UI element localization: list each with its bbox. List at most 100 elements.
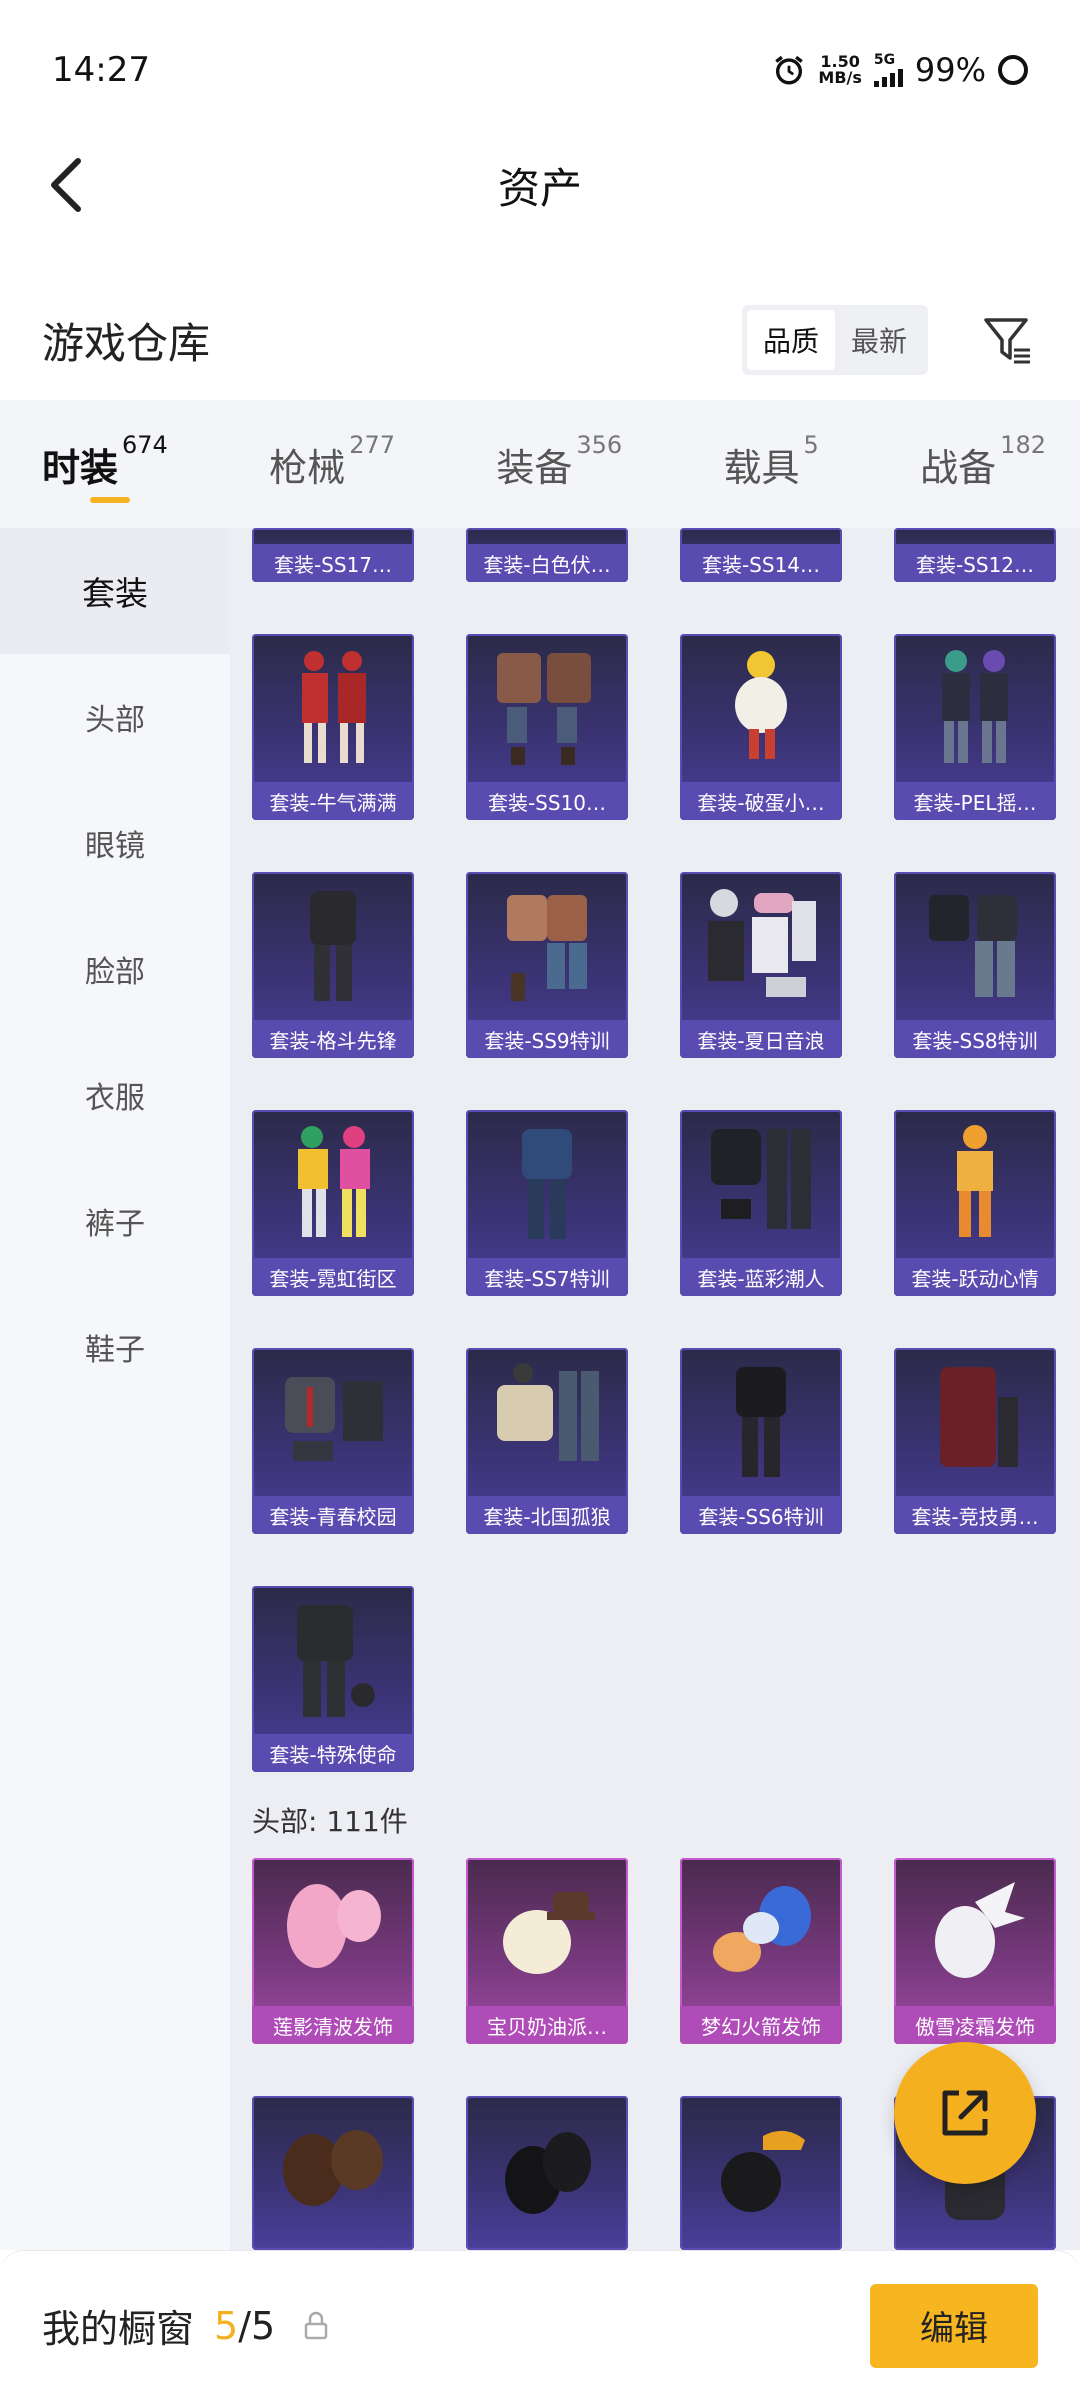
showcase-label: 我的橱窗 (42, 2307, 195, 2351)
item-label: 套装-SS7特训 (466, 1258, 628, 1296)
signal-icon (873, 67, 903, 87)
filter-button[interactable] (978, 310, 1038, 370)
suit-row: 套装-格斗先锋 套装-SS9特训 套装-夏日音浪 套装-SS8特训 (230, 872, 1080, 1062)
app-header: 资产 (0, 140, 1080, 230)
tab-equipment[interactable]: 装备 356 (496, 431, 622, 492)
outfit-image (894, 1348, 1056, 1496)
item-label: 套装-竞技勇… (894, 1496, 1056, 1534)
item-label: 宝贝奶油派… (466, 2006, 628, 2044)
item-label: 套装-SS9特训 (466, 1020, 628, 1058)
status-icons: 1.50 MB/s 5G 99% (772, 51, 1028, 89)
item-card[interactable]: 套装-PEL摇… (894, 634, 1056, 820)
item-label: 套装-格斗先锋 (252, 1020, 414, 1058)
tab-count: 182 (1000, 430, 1046, 459)
battery-icon (998, 55, 1028, 85)
hair-image (252, 1858, 414, 2006)
back-button[interactable] (36, 150, 96, 220)
item-card[interactable]: 莲影清波发饰 (252, 1858, 414, 2044)
active-tab-indicator (90, 496, 130, 503)
share-fab-button[interactable] (894, 2042, 1036, 2184)
tab-label: 时装 (42, 445, 119, 490)
item-card[interactable]: 套装-SS8特训 (894, 872, 1056, 1058)
item-card[interactable] (680, 2096, 842, 2250)
item-label: 套装-白色伏… (466, 544, 628, 582)
hair-image (680, 2096, 842, 2244)
sidebar-item-glasses[interactable]: 眼镜 (0, 780, 230, 906)
sidebar-item-pants[interactable]: 裤子 (0, 1158, 230, 1284)
showcase-current: 5 (214, 2303, 239, 2348)
item-card[interactable]: 傲雪凌霜发饰 (894, 1858, 1056, 2044)
item-card[interactable]: 套装-跃动心情 (894, 1110, 1056, 1296)
item-card[interactable]: 套装-白色伏… (466, 528, 628, 582)
sidebar-item-shoes[interactable]: 鞋子 (0, 1284, 230, 1410)
alarm-icon (775, 55, 804, 85)
warehouse-header: 游戏仓库 品质 最新 (0, 290, 1080, 390)
item-card[interactable]: 套装-夏日音浪 (680, 872, 842, 1058)
item-card[interactable]: 套装-特殊使命 (252, 1586, 414, 1772)
item-label: 套装-破蛋小… (680, 782, 842, 820)
edit-button[interactable]: 编辑 (870, 2283, 1038, 2368)
item-card[interactable]: 套装-SS14… (680, 528, 842, 582)
network-type-label: 5G (873, 52, 896, 68)
sort-toggle: 品质 最新 (741, 305, 928, 375)
item-label: 套装-SS12… (894, 544, 1056, 582)
subcategory-sidebar: 套装 头部 眼镜 脸部 衣服 裤子 鞋子 (0, 528, 230, 2250)
sidebar-item-head[interactable]: 头部 (0, 654, 230, 780)
outfit-image (252, 1348, 414, 1496)
hair-image (252, 2096, 414, 2244)
item-card[interactable]: 套装-SS10… (466, 634, 628, 820)
item-card[interactable]: 套装-竞技勇… (894, 1348, 1056, 1534)
item-card[interactable]: 套装-北国孤狼 (466, 1348, 628, 1534)
suit-row: 套装-霓虹街区 套装-SS7特训 套装-蓝彩潮人 套装-跃动心情 (230, 1110, 1080, 1300)
net-speed: 1.50 MB/s (818, 54, 861, 86)
chevron-left-icon (51, 158, 81, 212)
item-label: 梦幻火箭发饰 (680, 2006, 842, 2044)
item-card[interactable]: 套装-霓虹街区 (252, 1110, 414, 1296)
item-card[interactable]: 套装-牛气满满 (252, 634, 414, 820)
sidebar-item-suits[interactable]: 套装 (0, 528, 230, 654)
item-card[interactable] (252, 2096, 414, 2250)
tab-label: 战备 (920, 445, 997, 490)
showcase-total: /5 (238, 2303, 276, 2348)
tab-fashion[interactable]: 时装 674 (42, 431, 168, 503)
outfit-image (466, 1348, 628, 1496)
sort-quality-option[interactable]: 品质 (746, 310, 835, 370)
outfit-image (466, 872, 628, 1020)
outfit-image (680, 872, 842, 1020)
item-card[interactable]: 套装-青春校园 (252, 1348, 414, 1534)
item-card[interactable]: 梦幻火箭发饰 (680, 1858, 842, 2044)
item-card[interactable]: 套装-格斗先锋 (252, 872, 414, 1058)
item-label: 套装-霓虹街区 (252, 1258, 414, 1296)
item-card[interactable]: 套装-SS9特训 (466, 872, 628, 1058)
tab-count: 356 (576, 430, 623, 459)
item-card[interactable]: 套装-蓝彩潮人 (680, 1110, 842, 1296)
tab-label: 载具 (723, 445, 800, 490)
page-title: 资产 (497, 163, 582, 213)
network-type: 5G (873, 52, 903, 87)
tab-count: 5 (803, 430, 819, 459)
sidebar-item-face[interactable]: 脸部 (0, 906, 230, 1032)
item-label: 套装-SS14… (680, 544, 842, 582)
sort-newest-option[interactable]: 最新 (835, 310, 923, 370)
tab-supplies[interactable]: 战备 182 (920, 431, 1046, 492)
item-card[interactable]: 套装-SS17… (252, 528, 414, 582)
outfit-image (680, 634, 842, 782)
item-card[interactable] (466, 2096, 628, 2250)
item-card[interactable]: 套装-SS7特训 (466, 1110, 628, 1296)
tab-firearms[interactable]: 枪械 277 (269, 431, 395, 492)
section-title-head: 头部: 111件 (252, 1805, 408, 1838)
suit-row: 套装-特殊使命 (230, 1586, 1080, 1776)
item-card[interactable]: 套装-破蛋小… (680, 634, 842, 820)
item-card[interactable]: 宝贝奶油派… (466, 1858, 628, 2044)
item-card[interactable]: 套装-SS6特训 (680, 1348, 842, 1534)
item-label: 套装-青春校园 (252, 1496, 414, 1534)
outfit-image (894, 634, 1056, 782)
status-time: 14:27 (52, 50, 150, 90)
item-label: 套装-SS10… (466, 782, 628, 820)
outfit-image (252, 634, 414, 782)
item-label: 套装-SS17… (252, 544, 414, 582)
sidebar-item-clothes[interactable]: 衣服 (0, 1032, 230, 1158)
showcase-count: 5/5 (214, 2304, 275, 2348)
item-card[interactable]: 套装-SS12… (894, 528, 1056, 582)
tab-vehicles[interactable]: 载具 5 (723, 431, 819, 492)
